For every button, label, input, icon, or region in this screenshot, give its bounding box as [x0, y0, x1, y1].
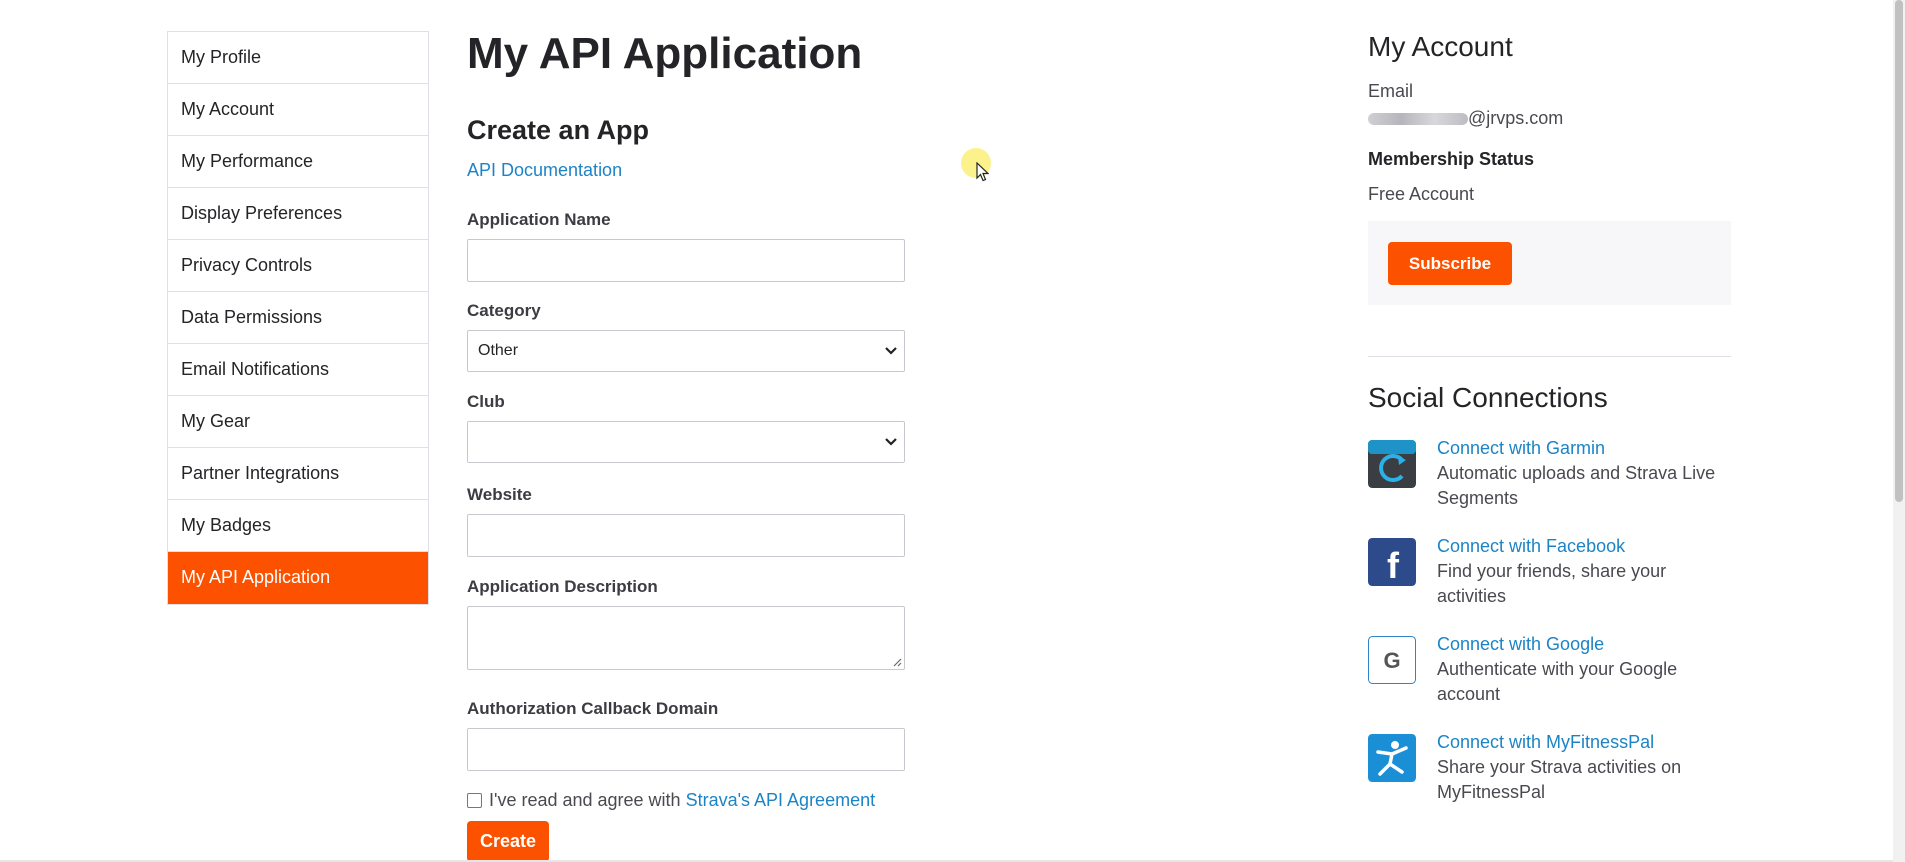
facebook-icon[interactable]: f — [1368, 538, 1416, 586]
svg-text:G: G — [1383, 648, 1400, 673]
agreement-checkbox[interactable] — [467, 793, 482, 808]
main-content: My API Application Create an App API Doc… — [467, 28, 927, 862]
website-field-group: Website — [467, 485, 927, 557]
sidebar-item-my-badges[interactable]: My Badges — [168, 500, 428, 552]
sidebar-item-my-account[interactable]: My Account — [168, 84, 428, 136]
connect-facebook-link[interactable]: Connect with Facebook — [1437, 534, 1731, 559]
chevron-down-icon — [885, 438, 897, 446]
sidebar-item-privacy-controls[interactable]: Privacy Controls — [168, 240, 428, 292]
category-select[interactable]: Other — [467, 330, 905, 372]
social-text-facebook: Connect with Facebook Find your friends,… — [1437, 534, 1731, 609]
google-description: Authenticate with your Google account — [1437, 659, 1678, 704]
social-text-garmin: Connect with Garmin Automatic uploads an… — [1437, 436, 1731, 511]
api-agreement-link[interactable]: Strava's API Agreement — [686, 790, 876, 811]
page-scrollbar[interactable] — [1893, 0, 1905, 862]
callback-field-group: Authorization Callback Domain — [467, 699, 927, 771]
myfitnesspal-description: Share your Strava activities on MyFitnes… — [1437, 757, 1682, 802]
social-item-myfitnesspal: Connect with MyFitnessPal Share your Str… — [1368, 730, 1731, 805]
subscribe-panel: Subscribe — [1368, 221, 1731, 305]
description-field-group: Application Description — [467, 577, 927, 670]
callback-domain-input[interactable] — [467, 728, 905, 771]
social-item-google: G Connect with Google Authenticate with … — [1368, 632, 1731, 707]
agreement-row: I've read and agree with Strava's API Ag… — [467, 790, 927, 811]
create-button[interactable]: Create — [467, 821, 549, 862]
sidebar-item-partner-integrations[interactable]: Partner Integrations — [168, 448, 428, 500]
social-connections-heading: Social Connections — [1368, 382, 1608, 413]
garmin-description: Automatic uploads and Strava Live Segmen… — [1437, 463, 1716, 508]
email-domain: @jrvps.com — [1468, 108, 1564, 128]
sidebar-item-my-performance[interactable]: My Performance — [168, 136, 428, 188]
social-item-facebook: f Connect with Facebook Find your friend… — [1368, 534, 1731, 609]
club-select[interactable] — [467, 421, 905, 463]
sidebar-item-my-gear[interactable]: My Gear — [168, 396, 428, 448]
myfitnesspal-icon[interactable] — [1368, 734, 1416, 782]
section-title: Create an App — [467, 115, 650, 145]
redacted-email-blur — [1368, 112, 1468, 125]
category-label: Category — [467, 301, 541, 320]
google-icon[interactable]: G — [1368, 636, 1416, 684]
connect-myfitnesspal-link[interactable]: Connect with MyFitnessPal — [1437, 730, 1731, 755]
connect-garmin-link[interactable]: Connect with Garmin — [1437, 436, 1731, 461]
sidebar-item-email-notifications[interactable]: Email Notifications — [168, 344, 428, 396]
club-field-group: Club — [467, 392, 927, 463]
resize-handle-icon[interactable] — [892, 657, 902, 667]
app-name-label: Application Name — [467, 210, 611, 229]
section-divider — [1368, 356, 1731, 357]
right-column: My Account Email @jrvps.com Membership S… — [1368, 30, 1731, 805]
description-textarea[interactable] — [467, 606, 905, 670]
description-label: Application Description — [467, 577, 658, 596]
my-account-heading: My Account — [1368, 31, 1513, 62]
email-value: @jrvps.com — [1368, 108, 1731, 129]
callback-label: Authorization Callback Domain — [467, 699, 719, 718]
mouse-pointer-icon — [976, 162, 989, 182]
email-label: Email — [1368, 81, 1414, 101]
settings-sidebar: My Profile My Account My Performance Dis… — [167, 31, 429, 605]
sidebar-item-my-profile[interactable]: My Profile — [168, 32, 428, 84]
app-name-field-group: Application Name — [467, 210, 927, 282]
category-selected-value: Other — [478, 342, 519, 359]
api-documentation-link[interactable]: API Documentation — [467, 160, 927, 181]
social-text-myfitnesspal: Connect with MyFitnessPal Share your Str… — [1437, 730, 1731, 805]
membership-status-value: Free Account — [1368, 184, 1475, 204]
sidebar-item-my-api-application[interactable]: My API Application — [168, 552, 428, 604]
membership-status-label: Membership Status — [1368, 149, 1535, 169]
agreement-text: I've read and agree with — [489, 790, 681, 810]
social-text-google: Connect with Google Authenticate with yo… — [1437, 632, 1731, 707]
club-label: Club — [467, 392, 505, 411]
website-label: Website — [467, 485, 532, 504]
website-input[interactable] — [467, 514, 905, 557]
svg-text:f: f — [1387, 545, 1400, 586]
subscribe-button[interactable]: Subscribe — [1388, 242, 1512, 285]
garmin-icon[interactable] — [1368, 440, 1416, 488]
chevron-down-icon — [885, 347, 897, 355]
facebook-description: Find your friends, share your activities — [1437, 561, 1667, 606]
page-title: My API Application — [467, 29, 863, 78]
connect-google-link[interactable]: Connect with Google — [1437, 632, 1731, 657]
sidebar-item-display-preferences[interactable]: Display Preferences — [168, 188, 428, 240]
social-item-garmin: Connect with Garmin Automatic uploads an… — [1368, 436, 1731, 511]
app-name-input[interactable] — [467, 239, 905, 282]
category-field-group: Category Other — [467, 301, 927, 372]
sidebar-item-data-permissions[interactable]: Data Permissions — [168, 292, 428, 344]
scrollbar-thumb[interactable] — [1895, 0, 1903, 502]
